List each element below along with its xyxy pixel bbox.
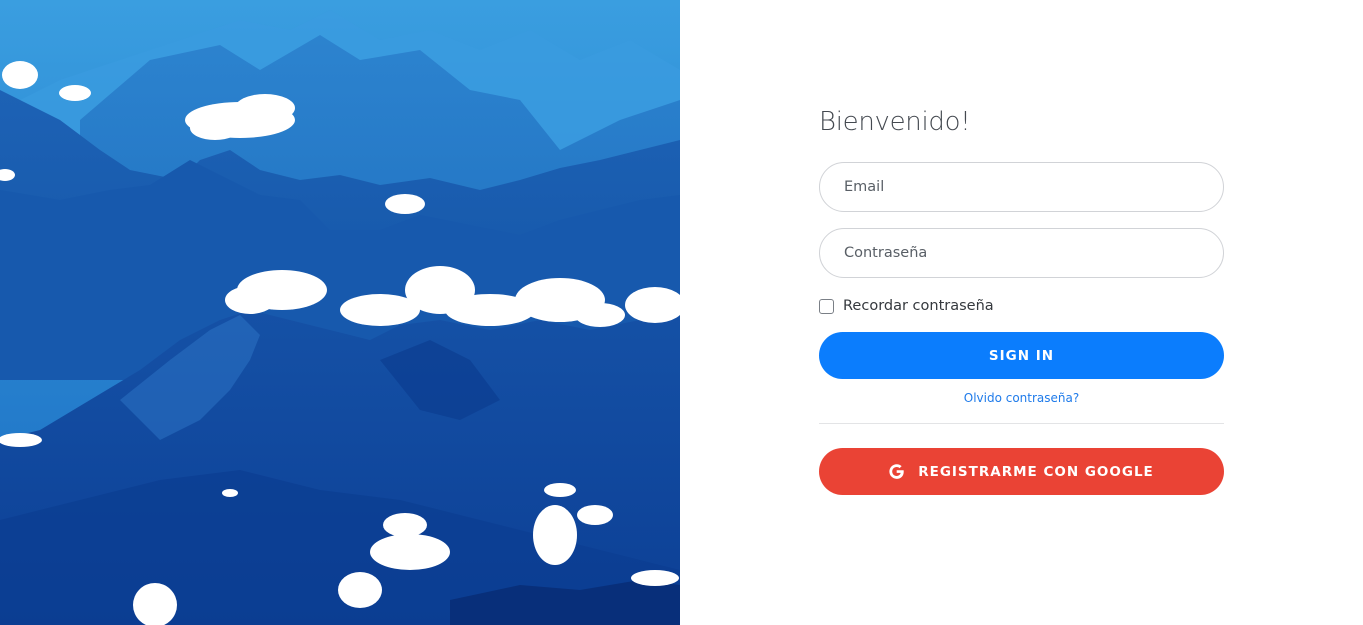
welcome-title: Bienvenido!	[819, 107, 971, 137]
mountain-background-image	[0, 0, 680, 625]
divider	[819, 423, 1224, 424]
login-panel: Bienvenido! Recordar contraseña Sign in …	[680, 0, 1363, 625]
sign-in-button-label: Sign in	[988, 347, 1055, 364]
sign-in-button[interactable]: Sign in	[819, 332, 1224, 379]
password-input[interactable]	[819, 228, 1224, 278]
google-register-button-label: Registrarme con Google	[918, 463, 1154, 480]
remember-password-label[interactable]: Recordar contraseña	[843, 298, 994, 314]
login-form: Bienvenido! Recordar contraseña Sign in …	[819, 104, 1224, 495]
remember-password-checkbox[interactable]	[819, 298, 834, 314]
remember-password-row[interactable]: Recordar contraseña	[819, 296, 1224, 316]
email-input[interactable]	[819, 162, 1224, 212]
google-register-button[interactable]: Registrarme con Google	[819, 448, 1224, 495]
google-g-icon	[889, 464, 904, 479]
login-page: Bienvenido! Recordar contraseña Sign in …	[0, 0, 1363, 625]
forgot-password-link[interactable]: Olvido contraseña?	[819, 390, 1224, 406]
